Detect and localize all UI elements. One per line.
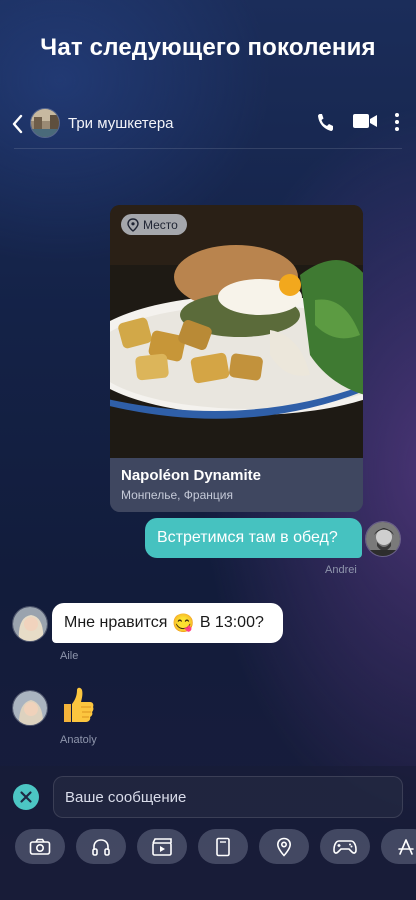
document-icon xyxy=(216,837,230,856)
place-name: Napoléon Dynamite xyxy=(121,467,262,484)
video-button[interactable] xyxy=(137,829,187,864)
game-button[interactable] xyxy=(320,829,370,864)
apps-button[interactable] xyxy=(381,829,416,864)
emoji-yum: 😋 xyxy=(172,612,195,633)
avatar-aile[interactable] xyxy=(12,606,48,642)
thumbs-up-icon xyxy=(64,687,94,722)
avatar-andrei[interactable] xyxy=(365,521,401,557)
chat-header: Три мушкетера xyxy=(0,104,416,144)
outgoing-message[interactable]: Встретимся там в обед? xyxy=(145,518,362,558)
phone-icon[interactable] xyxy=(316,110,336,134)
location-pin-icon xyxy=(276,837,292,857)
place-info: Napoléon Dynamite Монпелье, Франция xyxy=(110,458,363,512)
place-badge: Место xyxy=(121,214,187,235)
close-icon xyxy=(20,791,32,803)
header-divider xyxy=(14,148,402,149)
place-badge-label: Место xyxy=(143,217,178,232)
sender-name: Aile xyxy=(60,650,79,662)
close-attachments-button[interactable] xyxy=(13,784,39,810)
incoming-message[interactable]: Мне нравится 😋 В 13:00? xyxy=(52,603,283,643)
sender-name: Andrei xyxy=(325,564,357,576)
page-headline: Чат следующего поколения xyxy=(40,34,376,61)
message-text: Мне нравится xyxy=(64,614,168,631)
app-store-icon xyxy=(398,838,414,855)
place-photo xyxy=(110,205,363,458)
place-location: Монпелье, Франция xyxy=(121,488,233,502)
avatar-anatoly[interactable] xyxy=(12,690,48,726)
document-button[interactable] xyxy=(198,829,248,864)
more-vertical-icon[interactable] xyxy=(392,110,402,134)
place-card[interactable]: Место Napoléon Dynamite Монпелье, Франци… xyxy=(110,205,363,512)
audio-button[interactable] xyxy=(76,829,126,864)
video-clip-icon xyxy=(152,837,172,856)
camera-button[interactable] xyxy=(15,829,65,864)
location-pin-icon xyxy=(127,217,139,232)
camera-icon xyxy=(29,838,51,855)
message-input[interactable] xyxy=(53,776,403,818)
headphones-icon xyxy=(92,838,110,856)
sender-name: Anatoly xyxy=(60,734,97,746)
video-camera-icon[interactable] xyxy=(352,110,378,132)
chat-title[interactable]: Три мушкетера xyxy=(68,115,174,132)
location-button[interactable] xyxy=(259,829,309,864)
message-text: В 13:00? xyxy=(199,614,264,631)
message-text: Встретимся там в обед? xyxy=(157,529,338,546)
gamepad-icon xyxy=(333,839,357,854)
back-icon[interactable] xyxy=(10,112,26,136)
group-avatar[interactable] xyxy=(30,108,60,138)
